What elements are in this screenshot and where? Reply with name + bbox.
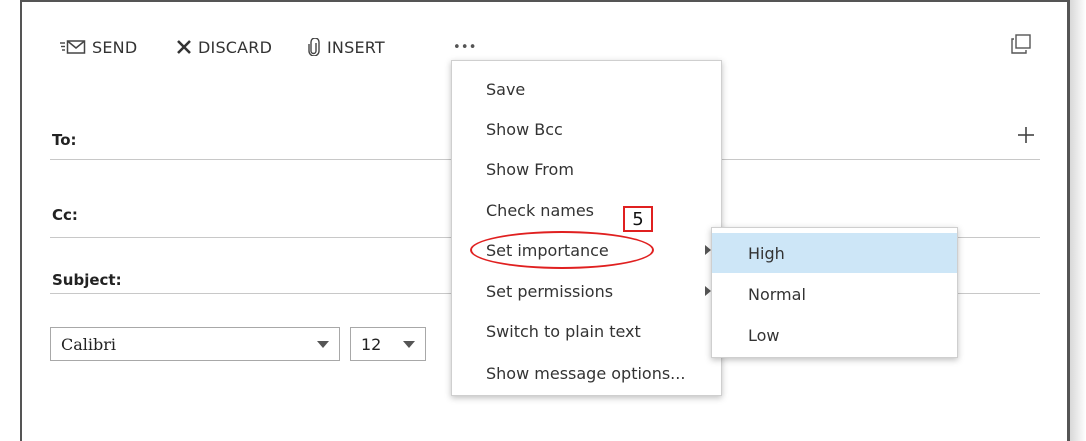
annotation-highlight-ellipse — [470, 231, 654, 269]
menu-item-save[interactable]: Save — [486, 76, 525, 102]
menu-item-label: Set permissions — [486, 281, 614, 301]
font-size-select[interactable]: 12 — [350, 327, 426, 361]
cc-input[interactable] — [90, 198, 450, 234]
font-value: Calibri — [61, 334, 117, 354]
importance-submenu: High Normal Low — [711, 227, 958, 358]
importance-low[interactable]: Low — [712, 315, 957, 355]
menu-item-show-message-options[interactable]: Show message options... — [486, 360, 685, 386]
menu-item-label: Save — [486, 79, 526, 99]
chevron-down-icon — [403, 340, 415, 348]
window-shadow — [1070, 0, 1086, 441]
close-icon — [176, 39, 192, 55]
more-options-menu: Save Show Bcc Show From Check names Set … — [451, 60, 722, 396]
menu-item-label: Show From — [486, 159, 574, 179]
importance-high[interactable]: High — [712, 233, 957, 273]
discard-button[interactable]: DISCARD — [176, 36, 272, 58]
menu-item-label: Switch to plain text — [486, 321, 641, 341]
submenu-item-label: Normal — [748, 284, 806, 304]
send-button[interactable]: SEND — [60, 36, 137, 58]
subject-input[interactable] — [125, 264, 445, 292]
more-options-button[interactable]: ••• — [453, 36, 477, 58]
send-label: SEND — [92, 37, 138, 57]
font-size-value: 12 — [361, 334, 382, 354]
paperclip-icon — [307, 38, 321, 56]
insert-button[interactable]: INSERT — [307, 36, 385, 58]
font-select[interactable]: Calibri — [50, 327, 340, 361]
submenu-item-label: Low — [748, 325, 780, 345]
add-recipient-icon[interactable] — [1017, 126, 1035, 144]
menu-item-show-bcc[interactable]: Show Bcc — [486, 116, 563, 142]
submenu-item-label: High — [748, 243, 785, 263]
send-icon — [60, 40, 86, 54]
discard-label: DISCARD — [198, 37, 273, 57]
importance-normal[interactable]: Normal — [712, 274, 957, 314]
popout-icon[interactable] — [1011, 34, 1031, 54]
more-icon: ••• — [453, 39, 477, 55]
annotation-step-badge: 5 — [623, 206, 653, 232]
menu-item-set-permissions[interactable]: Set permissions — [486, 278, 613, 304]
menu-item-label: Show message options... — [486, 363, 686, 383]
menu-item-switch-plain-text[interactable]: Switch to plain text — [486, 318, 641, 344]
menu-item-label: Show Bcc — [486, 119, 563, 139]
menu-item-label: Check names — [486, 200, 595, 220]
chevron-down-icon — [317, 340, 329, 348]
cc-label: Cc: — [52, 206, 78, 224]
subject-label: Subject: — [52, 271, 122, 289]
menu-item-show-from[interactable]: Show From — [486, 156, 574, 182]
to-label: To: — [52, 131, 77, 149]
insert-label: INSERT — [327, 37, 385, 57]
menu-item-check-names[interactable]: Check names — [486, 197, 594, 223]
